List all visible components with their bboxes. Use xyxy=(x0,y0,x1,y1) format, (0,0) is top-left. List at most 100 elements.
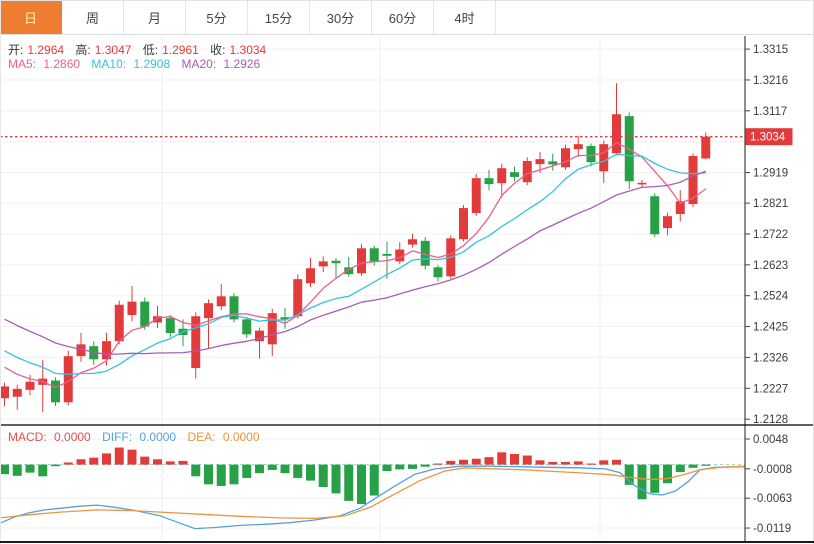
macd-histogram-bar xyxy=(216,464,226,486)
candle-body xyxy=(204,303,213,319)
candle-body xyxy=(114,304,124,342)
macd-histogram-bar xyxy=(433,463,443,465)
candle-body xyxy=(369,248,379,262)
macd-histogram-bar xyxy=(522,455,532,465)
macd-histogram-bar xyxy=(318,464,328,487)
macd-histogram-bar xyxy=(140,456,150,465)
macd-histogram-bar xyxy=(306,464,315,481)
price-axis-label: 1.2821 xyxy=(753,198,788,210)
trading-chart-window: 日周月 5分 15分 30分 60分 4时 开: 1.2964 高: 1.3047 低: 1.2… xyxy=(0,0,814,544)
tab-5min[interactable]: 5分 xyxy=(186,1,248,34)
price-axis-label: 1.2326 xyxy=(753,352,788,364)
macd-histogram-bar xyxy=(395,464,405,470)
macd-histogram-bar xyxy=(637,464,647,500)
candle-body xyxy=(510,172,519,177)
current-price-badge-value: 1.3034 xyxy=(750,132,786,144)
macd-axis-label: -0.0008 xyxy=(753,464,792,476)
macd-histogram-bar xyxy=(446,460,456,465)
macd-histogram-bar xyxy=(63,462,73,465)
macd-histogram-bar xyxy=(76,459,86,465)
candle-body xyxy=(650,196,660,235)
tab-month[interactable]: 月 xyxy=(124,1,186,34)
macd-histogram-bar xyxy=(0,464,9,475)
candle-body xyxy=(573,144,583,150)
candle-body xyxy=(25,381,35,390)
macd-histogram-bar xyxy=(599,460,609,465)
price-axis-label: 1.2919 xyxy=(753,168,788,180)
macd-histogram-bar xyxy=(510,453,519,465)
macd-histogram-bar xyxy=(280,464,290,474)
candle-body xyxy=(522,161,532,183)
macd-histogram-bar xyxy=(612,459,621,465)
macd-histogram-bar xyxy=(369,464,379,496)
macd-histogram-bar xyxy=(267,464,277,470)
macd-histogram-bar xyxy=(331,464,341,494)
macd-histogram-bar xyxy=(675,464,685,473)
tab-15min[interactable]: 15分 xyxy=(248,1,310,34)
macd-axis-label: -0.0063 xyxy=(753,493,792,505)
macd-histogram-bar xyxy=(701,464,711,466)
price-axis-label: 1.2524 xyxy=(753,291,789,303)
macd-histogram-bar xyxy=(38,464,48,477)
macd-histogram-bar xyxy=(420,464,430,467)
macd-histogram-bar xyxy=(624,464,634,485)
macd-histogram-bar xyxy=(255,464,264,474)
candle-body xyxy=(331,260,341,264)
candle-body xyxy=(293,279,303,317)
macd-histogram-bar xyxy=(663,464,672,484)
macd-histogram-bar xyxy=(484,457,494,465)
candlestick-chart-canvas[interactable]: 1.3315 1.3216 1.3117 1.2919 1.2821 1.2722 1.26… xyxy=(0,1,814,544)
macd-histogram-bar xyxy=(535,460,545,465)
candle-body xyxy=(433,267,443,278)
macd-axis-label: 0.0048 xyxy=(753,434,788,446)
candle-body xyxy=(663,216,672,229)
macd-histogram-bar xyxy=(561,461,570,465)
price-axis-label: 1.2227 xyxy=(753,383,788,395)
candle-body xyxy=(471,178,481,214)
candle-body xyxy=(701,136,711,159)
macd-histogram-bar xyxy=(229,464,239,485)
macd-histogram-bar xyxy=(688,464,698,468)
macd-histogram-bar xyxy=(242,464,252,478)
macd-histogram-bar xyxy=(382,464,392,471)
macd-histogram-bar xyxy=(178,460,188,465)
candle-body xyxy=(357,248,366,274)
candle-body xyxy=(306,268,315,284)
candle-body xyxy=(497,168,507,184)
macd-histogram-bar xyxy=(573,461,583,465)
tab-day[interactable]: 日 xyxy=(0,1,62,34)
candle-body xyxy=(140,301,150,327)
macd-histogram-bar xyxy=(344,464,354,501)
candle-body xyxy=(484,178,494,185)
price-axis-label: 1.3117 xyxy=(753,106,787,118)
candle-body xyxy=(459,208,468,240)
macd-histogram-bar xyxy=(357,464,366,505)
price-axis-label: 1.2425 xyxy=(753,322,788,334)
candle-body xyxy=(382,253,392,256)
macd-histogram-bar xyxy=(191,464,201,477)
macd-histogram-bar xyxy=(471,458,481,465)
candle-body xyxy=(688,156,698,205)
macd-histogram-bar xyxy=(25,464,35,473)
left-border xyxy=(0,1,1,544)
macd-axis-label: -0.0119 xyxy=(753,523,791,535)
candle-body xyxy=(561,148,570,168)
price-axis-label: 1.2722 xyxy=(753,229,788,241)
macd-histogram-bar xyxy=(408,464,417,469)
macd-histogram-bar xyxy=(165,461,175,465)
macd-histogram-bar xyxy=(497,452,507,465)
macd-histogram-bar xyxy=(586,463,596,465)
candle-body xyxy=(165,318,175,334)
tab-30min[interactable]: 30分 xyxy=(310,1,372,34)
panel-separator xyxy=(0,424,814,426)
macd-histogram-bar xyxy=(102,453,111,465)
price-axis-label: 1.3216 xyxy=(753,75,788,87)
macd-histogram-bar xyxy=(548,461,558,465)
candle-body xyxy=(599,144,609,172)
tab-week[interactable]: 周 xyxy=(62,1,124,34)
macd-histogram-bar xyxy=(51,464,60,467)
tab-60min[interactable]: 60分 xyxy=(372,1,434,34)
candle-body xyxy=(0,386,9,399)
candle-body xyxy=(548,161,558,165)
tab-4hour[interactable]: 4时 xyxy=(434,1,496,34)
